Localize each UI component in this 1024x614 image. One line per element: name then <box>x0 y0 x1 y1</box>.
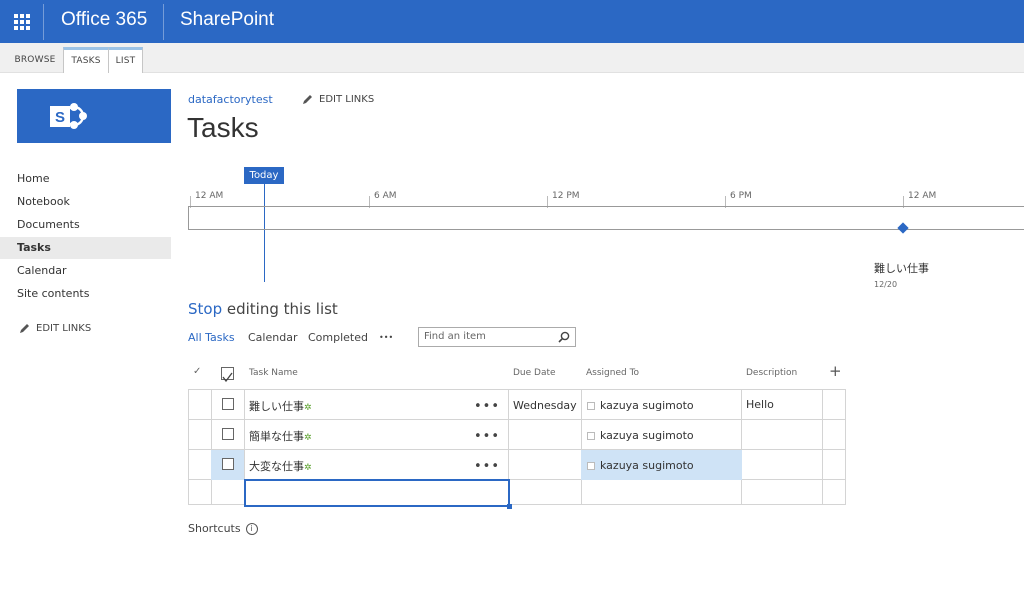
tick-label: 6 AM <box>374 191 397 201</box>
item-menu-ellipsis-icon[interactable]: ••• <box>474 429 500 444</box>
app-launcher-icon[interactable] <box>0 0 43 43</box>
office365-brand[interactable]: Office 365 <box>61 9 147 31</box>
nav-edit-links-label: EDIT LINKS <box>36 323 92 334</box>
description-cell[interactable]: Hello <box>746 398 774 411</box>
tick-label: 6 PM <box>730 191 752 201</box>
assigned-to-cell[interactable]: kazuya sugimoto <box>600 459 694 472</box>
page-title: Tasks <box>187 112 259 143</box>
check-column-icon: ✓ <box>193 366 202 377</box>
row-checkbox[interactable] <box>222 458 234 470</box>
search-input[interactable]: Find an item <box>418 327 576 347</box>
nav-site-contents[interactable]: Site contents <box>0 283 171 305</box>
presence-icon <box>587 432 595 440</box>
task-name-cell[interactable]: 大変な仕事✲ <box>249 458 312 474</box>
view-all-tasks[interactable]: All Tasks <box>188 331 235 344</box>
row-checkbox[interactable] <box>222 428 234 440</box>
header-edit-links[interactable]: EDIT LINKS <box>302 94 374 105</box>
fill-handle[interactable] <box>507 504 512 509</box>
select-all-checkbox[interactable] <box>221 367 234 383</box>
nav-calendar[interactable]: Calendar <box>0 260 171 282</box>
checkmark-icon <box>222 372 233 383</box>
assigned-to-cell[interactable]: kazuya sugimoto <box>600 429 694 442</box>
new-item-icon: ✲ <box>304 463 312 473</box>
row-checkbox[interactable] <box>222 398 234 410</box>
stop-editing-link[interactable]: Stop editing this list <box>188 300 338 318</box>
view-calendar[interactable]: Calendar <box>248 331 297 344</box>
column-task-name[interactable]: Task Name <box>249 368 298 378</box>
shortcuts-link[interactable]: Shortcuts i <box>188 522 258 535</box>
stop-rest: editing this list <box>222 300 338 318</box>
header-edit-links-label: EDIT LINKS <box>319 94 375 105</box>
suite-bar: Office 365 SharePoint <box>0 0 1024 43</box>
more-views-ellipsis-icon[interactable]: ••• <box>379 333 393 342</box>
presence-icon <box>587 402 595 410</box>
site-link[interactable]: datafactorytest <box>188 93 273 106</box>
tick-label: 12 PM <box>552 191 580 201</box>
pencil-icon <box>20 324 29 333</box>
timeline-task-date: 12/20 <box>874 280 898 289</box>
pencil-icon <box>303 95 312 104</box>
tab-browse[interactable]: BROWSE <box>8 47 62 73</box>
nav-home[interactable]: Home <box>0 168 171 190</box>
task-name[interactable]: 難しい仕事 <box>249 400 304 413</box>
view-completed[interactable]: Completed <box>308 331 368 344</box>
search-placeholder: Find an item <box>424 331 486 342</box>
shortcuts-label: Shortcuts <box>188 522 241 535</box>
nav-edit-links[interactable]: EDIT LINKS <box>19 323 91 334</box>
nav-documents[interactable]: Documents <box>0 214 171 236</box>
tab-list[interactable]: LIST <box>108 47 143 73</box>
svg-text:S: S <box>55 109 65 126</box>
search-icon <box>558 331 570 343</box>
due-date-cell[interactable]: Wednesday <box>513 399 577 412</box>
today-marker: Today <box>244 167 284 184</box>
nav-notebook[interactable]: Notebook <box>0 191 171 213</box>
timeline-task-name[interactable]: 難しい仕事 <box>874 260 929 276</box>
item-menu-ellipsis-icon[interactable]: ••• <box>474 399 500 414</box>
new-item-icon: ✲ <box>304 433 312 443</box>
site-logo[interactable]: S <box>17 89 171 143</box>
new-item-icon: ✲ <box>304 403 312 413</box>
task-name[interactable]: 大変な仕事 <box>249 460 304 473</box>
add-column-icon[interactable]: + <box>829 362 842 380</box>
column-due-date[interactable]: Due Date <box>513 368 556 378</box>
column-description[interactable]: Description <box>746 368 797 378</box>
tick-label: 12 AM <box>908 191 937 201</box>
item-menu-ellipsis-icon[interactable]: ••• <box>474 459 500 474</box>
tick-label: 12 AM <box>195 191 224 201</box>
today-line <box>264 184 265 282</box>
task-name[interactable]: 簡単な仕事 <box>249 430 304 443</box>
nav-tasks[interactable]: Tasks <box>0 237 171 259</box>
ribbon: BROWSE TASKS LIST <box>0 43 1024 73</box>
stop-word[interactable]: Stop <box>188 300 222 318</box>
presence-icon <box>587 462 595 470</box>
column-assigned-to[interactable]: Assigned To <box>586 368 639 378</box>
new-task-name-input[interactable] <box>244 479 510 507</box>
tab-tasks[interactable]: TASKS <box>63 47 109 73</box>
task-name-cell[interactable]: 難しい仕事✲ <box>249 398 312 414</box>
info-icon[interactable]: i <box>245 522 258 535</box>
task-name-cell[interactable]: 簡単な仕事✲ <box>249 428 312 444</box>
sharepoint-logo-icon: S <box>50 103 87 129</box>
sharepoint-brand[interactable]: SharePoint <box>180 9 274 31</box>
assigned-to-cell[interactable]: kazuya sugimoto <box>600 399 694 412</box>
